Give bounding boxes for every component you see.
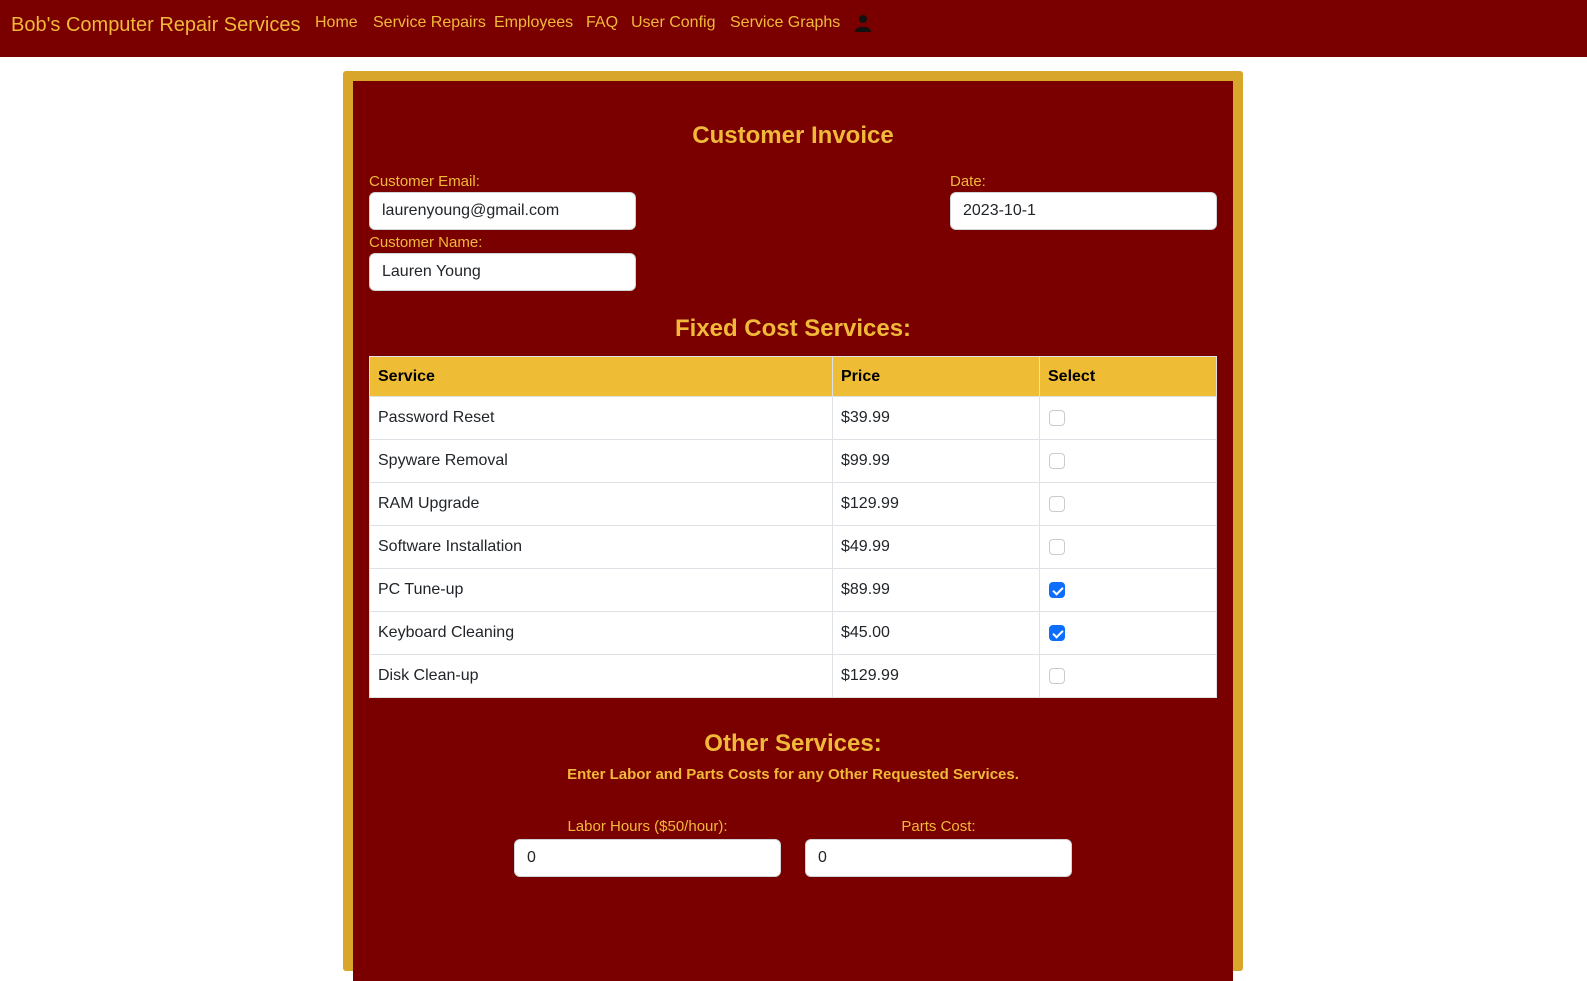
service-name: Password Reset (369, 396, 833, 440)
header-service: Service (369, 356, 833, 397)
table-row: Password Reset $39.99 (369, 396, 1217, 440)
service-checkbox[interactable] (1049, 495, 1065, 512)
service-name: Spyware Removal (369, 439, 833, 483)
parts-cost-label: Parts Cost: (901, 818, 976, 835)
invoice-panel: Customer Invoice Customer Email: Custome… (353, 81, 1233, 981)
invoice-title: Customer Invoice (692, 122, 894, 149)
service-checkbox[interactable] (1049, 624, 1065, 641)
name-label: Customer Name: (369, 234, 483, 251)
header-select: Select (1039, 356, 1217, 397)
service-price: $39.99 (832, 396, 1040, 440)
name-field[interactable] (369, 253, 636, 291)
service-checkbox[interactable] (1049, 581, 1065, 598)
service-price: $45.00 (832, 611, 1040, 655)
email-field[interactable] (369, 192, 636, 230)
invoice-frame: Customer Invoice Customer Email: Custome… (343, 71, 1243, 981)
header-price: Price (832, 356, 1040, 397)
brand-link[interactable]: Bob's Computer Repair Services (11, 14, 301, 37)
date-label: Date: (950, 173, 986, 190)
service-checkbox[interactable] (1049, 667, 1065, 684)
top-navbar: Bob's Computer Repair Services Home Serv… (0, 0, 1587, 57)
parts-cost-field[interactable] (805, 839, 1072, 877)
other-services-title: Other Services: (704, 730, 882, 757)
nav-service-graphs[interactable]: Service Graphs (730, 14, 840, 32)
table-row: Spyware Removal $99.99 (369, 439, 1217, 483)
table-row: Keyboard Cleaning $45.00 (369, 611, 1217, 655)
nav-user-config[interactable]: User Config (631, 14, 715, 32)
nav-home[interactable]: Home (315, 14, 358, 32)
service-price: $49.99 (832, 525, 1040, 569)
service-price: $129.99 (832, 654, 1040, 698)
labor-hours-field[interactable] (514, 839, 781, 877)
service-name: Keyboard Cleaning (369, 611, 833, 655)
nav-service-repairs[interactable]: Service Repairs (373, 14, 486, 32)
fixed-services-table: Service Price Select Password Reset $39.… (369, 356, 1217, 698)
table-row: RAM Upgrade $129.99 (369, 482, 1217, 526)
service-price: $89.99 (832, 568, 1040, 612)
service-name: PC Tune-up (369, 568, 833, 612)
table-row: Software Installation $49.99 (369, 525, 1217, 569)
nav-faq[interactable]: FAQ (586, 14, 618, 32)
service-price: $129.99 (832, 482, 1040, 526)
service-checkbox[interactable] (1049, 452, 1065, 469)
table-header-row: Service Price Select (369, 356, 1217, 397)
nav-employees[interactable]: Employees (494, 14, 573, 32)
service-name: RAM Upgrade (369, 482, 833, 526)
service-checkbox[interactable] (1049, 538, 1065, 555)
service-name: Disk Clean-up (369, 654, 833, 698)
fixed-services-title: Fixed Cost Services: (674, 315, 912, 342)
service-price: $99.99 (832, 439, 1040, 483)
table-row: Disk Clean-up $129.99 (369, 654, 1217, 698)
service-name: Software Installation (369, 525, 833, 569)
date-field[interactable] (950, 192, 1217, 230)
service-checkbox[interactable] (1049, 409, 1065, 426)
email-label: Customer Email: (369, 173, 480, 190)
labor-hours-label: Labor Hours ($50/hour): (567, 818, 728, 835)
table-row: PC Tune-up $89.99 (369, 568, 1217, 612)
person-icon[interactable] (855, 14, 871, 32)
other-services-subtitle: Enter Labor and Parts Costs for any Othe… (567, 766, 1019, 783)
